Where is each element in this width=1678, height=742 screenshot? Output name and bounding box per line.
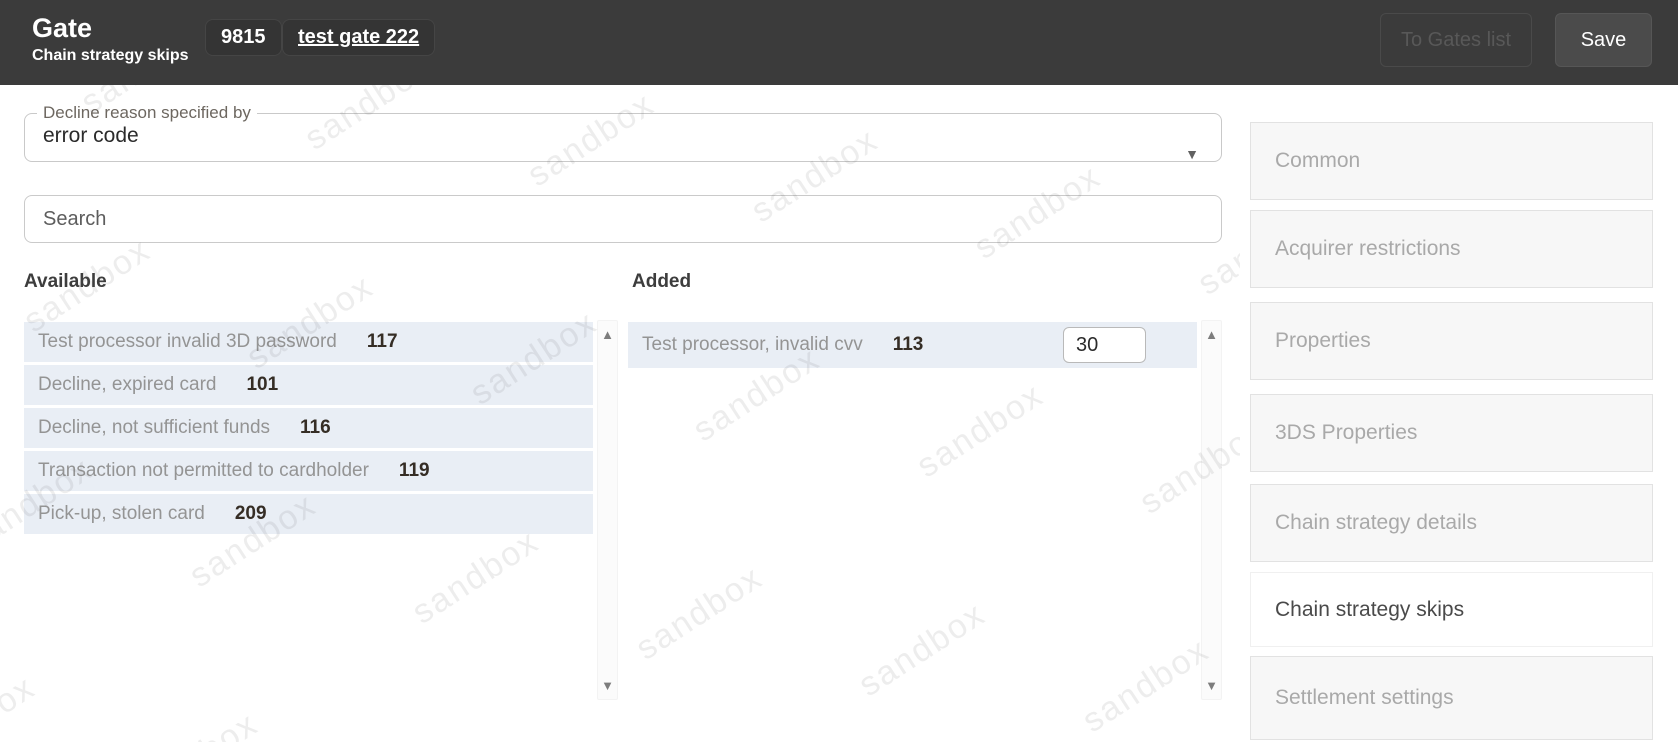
sidebar-item-3ds-properties[interactable]: 3DS Properties <box>1250 394 1653 472</box>
available-row[interactable]: Decline, expired card 101 <box>24 365 593 405</box>
sidebar-item-label: Acquirer restrictions <box>1251 237 1461 261</box>
watermark-text: sandbox <box>629 558 770 668</box>
scroll-down-icon[interactable]: ▼ <box>1202 679 1221 692</box>
page-title: Gate <box>32 13 189 43</box>
watermark-text: sandbox <box>1133 412 1240 522</box>
added-list: Test processor, invalid cvv 113 <box>628 322 1197 371</box>
sidebar-item-label: Chain strategy details <box>1251 511 1477 535</box>
added-scrollbar[interactable]: ▲ ▼ <box>1201 320 1222 700</box>
sidebar-item-chain-strategy-skips[interactable]: Chain strategy skips <box>1250 572 1653 647</box>
decline-reason-value: error code <box>25 124 1221 148</box>
decline-reason-name: Transaction not permitted to cardholder <box>38 460 369 482</box>
decline-reason-name: Test processor invalid 3D password <box>38 331 337 353</box>
sidebar-item-properties[interactable]: Properties <box>1250 302 1653 380</box>
added-heading: Added <box>632 271 691 293</box>
sidebar-item-common[interactable]: Common <box>1250 122 1653 200</box>
decline-reason-name: Pick-up, stolen card <box>38 503 205 525</box>
decline-reason-code: 116 <box>300 417 331 439</box>
gate-name-link[interactable]: test gate 222 <box>282 19 435 56</box>
decline-reason-code: 101 <box>246 374 278 396</box>
app-header: Gate Chain strategy skips 9815 test gate… <box>0 0 1678 85</box>
chevron-down-icon: ▼ <box>1185 147 1199 161</box>
sidebar-item-label: Settlement settings <box>1251 686 1454 710</box>
decline-reason-code: 113 <box>893 334 924 356</box>
available-list: Test processor invalid 3D password 117 D… <box>24 322 593 537</box>
available-scrollbar[interactable]: ▲ ▼ <box>597 320 618 700</box>
sidebar-item-label: Chain strategy skips <box>1251 598 1464 622</box>
save-button[interactable]: Save <box>1555 13 1652 67</box>
sidebar-item-settlement-settings[interactable]: Settlement settings <box>1250 656 1653 740</box>
sidebar-item-label: Common <box>1251 149 1360 173</box>
decline-reason-name: Decline, not sufficient funds <box>38 417 270 439</box>
decline-reason-code: 209 <box>235 503 267 525</box>
page-subtitle: Chain strategy skips <box>32 46 189 65</box>
decline-reason-code: 117 <box>367 331 398 353</box>
watermark-text: sandbox <box>124 705 265 742</box>
decline-reason-name: Test processor, invalid cvv <box>642 334 863 356</box>
available-row[interactable]: Test processor invalid 3D password 117 <box>24 322 593 362</box>
scroll-down-icon[interactable]: ▼ <box>598 679 617 692</box>
watermark-text: sandbox <box>852 595 993 705</box>
scroll-up-icon[interactable]: ▲ <box>598 328 617 341</box>
watermark-text: sandbox <box>0 668 42 742</box>
scroll-up-icon[interactable]: ▲ <box>1202 328 1221 341</box>
decline-reason-label: Decline reason specified by <box>37 103 257 123</box>
sidebar-item-acquirer-restrictions[interactable]: Acquirer restrictions <box>1250 210 1653 288</box>
watermark-text: sandbox <box>1076 631 1217 741</box>
watermark-text: sandbox <box>910 376 1051 486</box>
available-row[interactable]: Transaction not permitted to cardholder … <box>24 451 593 491</box>
available-row[interactable]: Pick-up, stolen card 209 <box>24 494 593 534</box>
decline-reason-code: 119 <box>399 460 430 482</box>
to-gates-list-button[interactable]: To Gates list <box>1380 13 1532 67</box>
sidebar-item-label: 3DS Properties <box>1251 421 1417 445</box>
skip-count-input[interactable] <box>1063 327 1146 363</box>
available-heading: Available <box>24 271 107 293</box>
decline-reason-name: Decline, expired card <box>38 374 216 396</box>
sidebar-item-chain-strategy-details[interactable]: Chain strategy details <box>1250 484 1653 562</box>
available-row[interactable]: Decline, not sufficient funds 116 <box>24 408 593 448</box>
watermark-text: sandbox <box>405 522 546 632</box>
gate-id-badge: 9815 <box>205 19 282 56</box>
search-input[interactable] <box>24 195 1222 243</box>
sidebar-item-label: Properties <box>1251 329 1371 353</box>
added-row[interactable]: Test processor, invalid cvv 113 <box>628 322 1197 368</box>
page-title-block: Gate Chain strategy skips <box>32 13 189 65</box>
decline-reason-select[interactable]: Decline reason specified by error code ▼ <box>24 103 1222 162</box>
